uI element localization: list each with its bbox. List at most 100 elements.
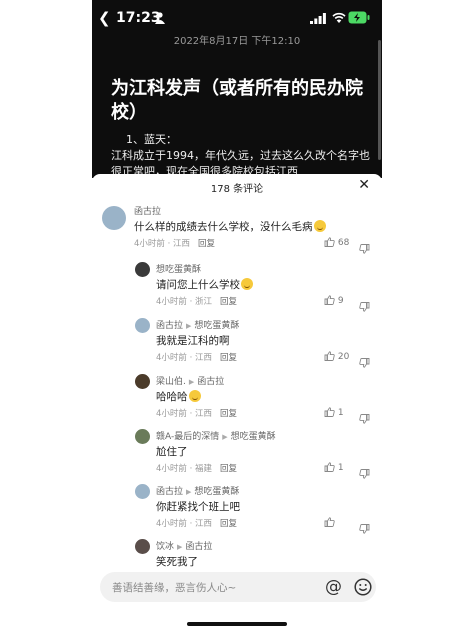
comment-input-placeholder: 善语结善缘，恶言伤人心~ xyxy=(112,582,237,594)
like-button[interactable]: 20 xyxy=(324,351,349,362)
reply-to-name[interactable]: 想吃蛋黄酥 xyxy=(231,432,276,442)
back-icon[interactable]: ❮ xyxy=(98,10,114,26)
avatar[interactable] xyxy=(135,429,150,444)
thumbs-up-icon xyxy=(324,351,335,362)
thumbs-down-icon xyxy=(359,237,370,256)
reply-button[interactable]: 回复 xyxy=(220,297,237,307)
comment-time: 4小时前 · 江西 xyxy=(156,409,213,419)
comment-text: 笑死我了 xyxy=(156,554,198,569)
comment-meta: 4小时前 · 江西 回复 xyxy=(156,407,237,419)
like-count: 9 xyxy=(337,296,344,306)
like-count: 20 xyxy=(337,352,350,362)
comment-input[interactable]: 善语结善缘，恶言伤人心~ @ xyxy=(100,572,376,602)
close-icon[interactable]: ✕ xyxy=(358,177,370,193)
laugh-emoji-icon xyxy=(241,278,253,290)
avatar[interactable] xyxy=(135,262,150,277)
wifi-icon xyxy=(332,12,346,23)
thumbs-down-icon xyxy=(359,462,370,481)
author-name[interactable]: 赣A-最后的深情 xyxy=(156,432,219,442)
reply-button[interactable]: 回复 xyxy=(220,519,237,529)
comment-text: 哈哈哈 xyxy=(156,389,201,404)
comment-item[interactable]: 梁山伯. ▶ 函古拉 哈哈哈 4小时前 · 江西 回复 1 xyxy=(92,372,382,424)
avatar[interactable] xyxy=(135,374,150,389)
author-name[interactable]: 梁山伯. xyxy=(156,377,186,387)
dislike-button[interactable] xyxy=(359,462,370,481)
like-button[interactable] xyxy=(324,517,335,528)
author-name[interactable]: 函古拉 xyxy=(156,487,183,497)
comment-item[interactable]: 函古拉什么样的成绩去什么学校，没什么毛病 4小时前 · 江西 回复 68 xyxy=(92,202,382,254)
comment-text-content: 我就是江科的啊 xyxy=(156,335,230,347)
home-indicator[interactable] xyxy=(187,622,287,626)
reply-button[interactable]: 回复 xyxy=(198,239,215,249)
dislike-button[interactable] xyxy=(359,295,370,314)
thumbs-up-icon xyxy=(324,462,335,473)
comment-item[interactable]: 想吃蛋黄酥请问您上什么学校 4小时前 · 浙江 回复 9 xyxy=(92,260,382,312)
comment-author[interactable]: 想吃蛋黄酥 xyxy=(156,262,201,275)
comment-text-content: 什么样的成绩去什么学校，没什么毛病 xyxy=(134,221,313,233)
reply-to-name[interactable]: 函古拉 xyxy=(185,542,212,552)
article-subtitle: 1、蓝天： xyxy=(126,133,177,146)
comment-author[interactable]: 函古拉 xyxy=(134,204,161,217)
comment-text: 你赶紧找个班上吧 xyxy=(156,499,240,514)
comment-author[interactable]: 函古拉 ▶ 想吃蛋黄酥 xyxy=(156,484,239,497)
comments-sheet: 178 条评论 ✕ 函古拉 什么样的成绩去什么学校，没什么毛病 4小时前 · 江西回… xyxy=(92,174,382,632)
thumbs-down-icon xyxy=(359,517,370,536)
like-button[interactable]: 9 xyxy=(324,295,344,306)
comment-text: 什么样的成绩去什么学校，没什么毛病 xyxy=(134,219,326,234)
comment-text-content: 哈哈哈 xyxy=(156,391,188,403)
reply-to-name[interactable]: 函古拉 xyxy=(197,377,224,387)
author-name[interactable]: 函古拉 xyxy=(156,321,183,331)
thumbs-down-icon xyxy=(359,351,370,370)
signal-icon xyxy=(310,13,326,24)
phone-screen: ❮ 17:23 2022年8月17日 下午12:10 为江科发声（或者所有的民办… xyxy=(92,0,382,632)
reply-button[interactable]: 回复 xyxy=(220,353,237,363)
comment-time: 4小时前 · 江西 xyxy=(134,239,191,249)
comment-author[interactable]: 赣A-最后的深情 ▶ 想吃蛋黄酥 xyxy=(156,429,276,442)
status-bar: ❮ 17:23 xyxy=(92,0,382,36)
author-name[interactable]: 函古拉 xyxy=(134,207,161,217)
reply-button[interactable]: 回复 xyxy=(220,464,237,474)
comment-text: 尬住了 xyxy=(156,444,188,459)
comment-item[interactable]: 函古拉 ▶ 想吃蛋黄酥 你赶紧找个班上吧 4小时前 · 江西 回复 xyxy=(92,482,382,534)
reply-arrow-icon: ▶ xyxy=(186,322,192,330)
article-scrollbar[interactable] xyxy=(378,40,381,160)
comment-text: 请问您上什么学校 xyxy=(156,277,253,292)
reply-button[interactable]: 回复 xyxy=(220,409,237,419)
like-button[interactable]: 68 xyxy=(324,237,349,248)
comments-count: 178 条评论 xyxy=(210,184,264,195)
comment-time: 4小时前 · 福建 xyxy=(156,464,213,474)
thumbs-down-icon xyxy=(359,407,370,426)
comment-author[interactable]: 饮冰 ▶ 函古拉 xyxy=(156,539,212,552)
mention-icon[interactable]: @ xyxy=(325,577,342,597)
comment-time: 4小时前 · 江西 xyxy=(156,519,213,529)
like-button[interactable]: 1 xyxy=(324,407,344,418)
comment-meta: 4小时前 · 江西 回复 xyxy=(156,517,237,529)
reply-to-name[interactable]: 想吃蛋黄酥 xyxy=(194,487,239,497)
laugh-emoji-icon xyxy=(188,390,201,402)
dislike-button[interactable] xyxy=(359,407,370,426)
comment-item[interactable]: 函古拉 ▶ 想吃蛋黄酥 我就是江科的啊 4小时前 · 江西 回复 20 xyxy=(92,316,382,368)
emoji-icon[interactable] xyxy=(354,578,372,596)
comment-time: 4小时前 · 江西 xyxy=(156,353,213,363)
reply-arrow-icon: ▶ xyxy=(188,378,195,386)
dislike-button[interactable] xyxy=(359,517,370,536)
thumbs-down-icon xyxy=(359,295,370,314)
article-title: 为江科发声（或者所有的民办院校） xyxy=(111,78,363,123)
comment-author[interactable]: 梁山伯. ▶ 函古拉 xyxy=(156,374,224,387)
author-name[interactable]: 饮冰 xyxy=(156,542,174,552)
comment-text-content: 尬住了 xyxy=(156,446,188,458)
avatar[interactable] xyxy=(135,539,150,554)
reply-to-name[interactable]: 想吃蛋黄酥 xyxy=(194,321,239,331)
comment-author[interactable]: 函古拉 ▶ 想吃蛋黄酥 xyxy=(156,318,239,331)
avatar[interactable] xyxy=(135,484,150,499)
avatar[interactable] xyxy=(102,206,126,230)
like-button[interactable]: 1 xyxy=(324,462,344,473)
avatar[interactable] xyxy=(135,318,150,333)
comment-meta: 4小时前 · 江西 回复 xyxy=(134,237,215,249)
comment-time: 4小时前 · 浙江 xyxy=(156,297,213,307)
comment-item[interactable]: 赣A-最后的深情 ▶ 想吃蛋黄酥 尬住了 4小时前 · 福建 回复 1 xyxy=(92,427,382,479)
dislike-button[interactable] xyxy=(359,351,370,370)
laugh-emoji-icon xyxy=(313,220,326,232)
author-name[interactable]: 想吃蛋黄酥 xyxy=(156,265,201,275)
dislike-button[interactable] xyxy=(359,237,370,256)
